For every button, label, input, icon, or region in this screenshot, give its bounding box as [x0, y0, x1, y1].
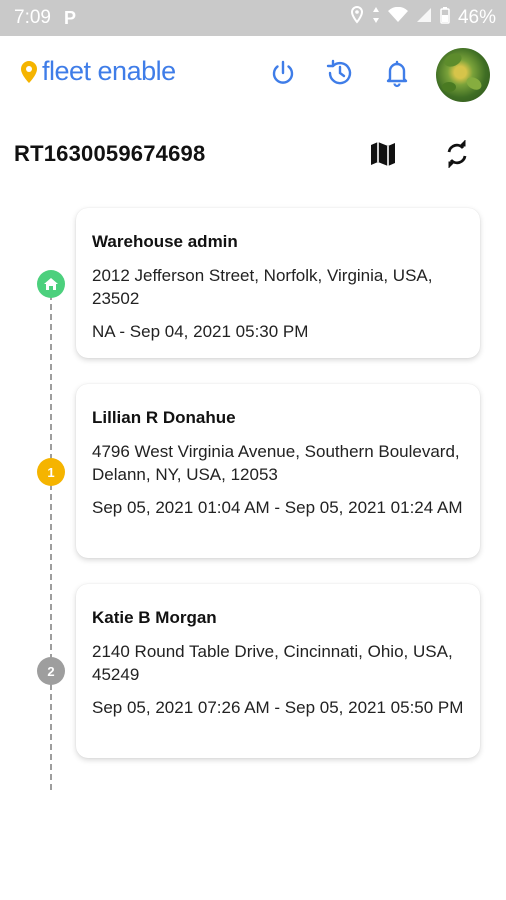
- stop-time: Sep 05, 2021 01:04 AM - Sep 05, 2021 01:…: [92, 498, 463, 517]
- stop-name: Warehouse admin: [92, 232, 238, 251]
- stop-card-warehouse[interactable]: Warehouse admin 2012 Jefferson Street, N…: [76, 208, 480, 358]
- wifi-icon: [387, 6, 408, 28]
- refresh-icon[interactable]: [442, 139, 472, 169]
- stop-marker-2: 2: [37, 657, 65, 685]
- route-id: RT1630059674698: [14, 141, 206, 166]
- stop-address: 4796 West Virginia Avenue, Southern Boul…: [92, 442, 460, 484]
- app-header: fleet enable: [0, 36, 506, 112]
- fleet-enable-logo: fleet enable: [18, 56, 176, 87]
- stop-time: NA - Sep 04, 2021 05:30 PM: [92, 322, 309, 341]
- bell-icon[interactable]: [382, 58, 412, 88]
- stop-time: Sep 05, 2021 07:26 AM - Sep 05, 2021 05:…: [92, 698, 464, 717]
- stop-name: Lillian R Donahue: [92, 408, 236, 427]
- timeline-line: [50, 284, 52, 790]
- stop-card-2[interactable]: Katie B Morgan 2140 Round Table Drive, C…: [76, 584, 480, 758]
- parking-notification-icon: P: [64, 8, 77, 28]
- avatar[interactable]: [436, 48, 490, 102]
- stop-marker-1: 1: [37, 458, 65, 486]
- logo-text: fleet enable: [42, 56, 176, 86]
- home-icon: [44, 278, 58, 290]
- battery-percent: 46%: [457, 6, 496, 28]
- stop-address: 2012 Jefferson Street, Norfolk, Virginia…: [92, 266, 433, 308]
- power-icon[interactable]: [268, 58, 298, 88]
- battery-icon: [440, 6, 450, 29]
- logo-pin-icon: [21, 60, 37, 83]
- map-icon[interactable]: [368, 139, 398, 169]
- signal-icon: [416, 7, 432, 28]
- history-icon[interactable]: [325, 58, 355, 88]
- status-time: 7:09: [14, 7, 51, 28]
- location-icon: [350, 5, 364, 29]
- status-bar: 7:09 P 46%: [0, 0, 506, 36]
- stop-marker-home: [37, 270, 65, 298]
- stop-address: 2140 Round Table Drive, Cincinnati, Ohio…: [92, 642, 453, 684]
- stop-name: Katie B Morgan: [92, 608, 217, 627]
- status-icons: 46%: [350, 5, 496, 29]
- stop-card-1[interactable]: Lillian R Donahue 4796 West Virginia Ave…: [76, 384, 480, 558]
- data-arrows-icon: [372, 6, 380, 29]
